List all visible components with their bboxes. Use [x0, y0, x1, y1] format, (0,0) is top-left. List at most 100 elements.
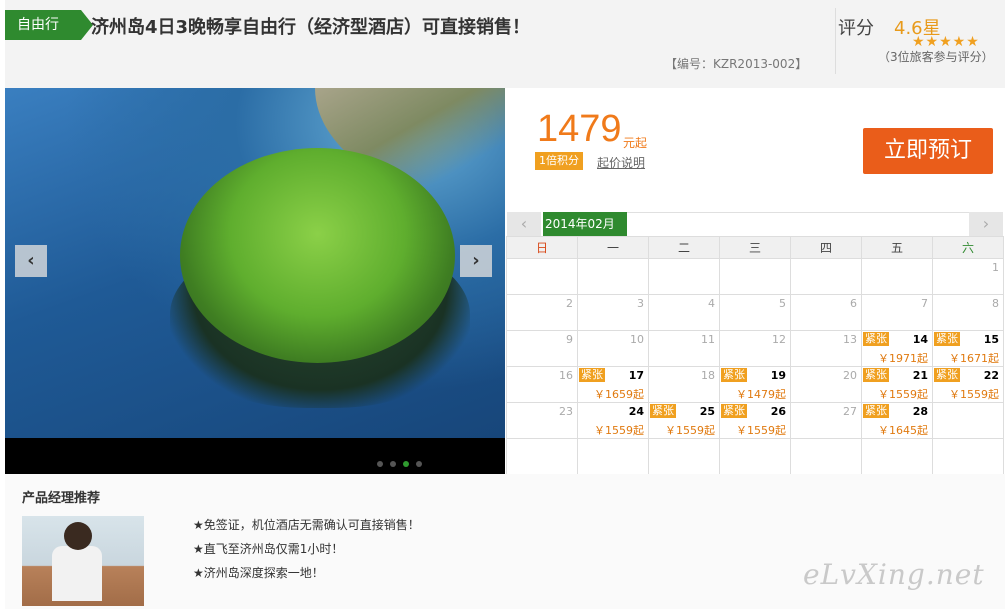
calendar-week-row: 23 24 ￥1559起 25 紧张 ￥1559起 26 紧张 ￥1559起 27 28 紧张 ￥164…	[506, 402, 1004, 439]
calendar-day-price: ￥1971起	[878, 352, 928, 365]
photo-gallery: ‹ ›	[5, 88, 505, 474]
calendar-day[interactable]: 28 紧张 ￥1645起	[861, 402, 933, 439]
calendar-weekday: 三	[719, 236, 791, 259]
calendar-day-number: 19	[770, 369, 786, 382]
calendar-month: 2014年02月	[543, 212, 627, 236]
calendar-day	[648, 438, 720, 475]
calendar-day	[648, 258, 720, 295]
product-type-tag: 自由行	[5, 10, 93, 40]
availability-tight-badge: 紧张	[579, 368, 605, 382]
calendar-weekday: 二	[648, 236, 720, 259]
price-note-link[interactable]: 起价说明	[597, 154, 645, 171]
gallery-next-button[interactable]: ›	[460, 245, 492, 277]
calendar-day-number: 17	[628, 369, 644, 382]
calendar-day-number: 4	[708, 297, 715, 310]
calendar-day-price: ￥1559起	[665, 424, 715, 437]
calendar-day-price: ￥1559起	[878, 388, 928, 401]
calendar-day-number: 22	[983, 369, 999, 382]
calendar-weekday: 日	[506, 236, 578, 259]
calendar-day[interactable]: 17 紧张 ￥1659起	[577, 366, 649, 403]
gallery-dot[interactable]	[377, 461, 383, 467]
calendar-day-price: ￥1559起	[594, 424, 644, 437]
recommendation-item: ★免签证，机位酒店无需确认可直接销售！	[193, 518, 420, 532]
chevron-left-icon: ‹	[27, 250, 35, 271]
calendar-day: 1	[932, 258, 1004, 295]
calendar-day	[932, 438, 1004, 475]
calendar-day	[790, 438, 862, 475]
calendar-week-row: 2 3 4 5 6 7 8	[506, 294, 1004, 331]
calendar-weekday-row: 日一二三四五六	[506, 236, 1004, 259]
calendar-next-button[interactable]: ›	[969, 212, 1003, 236]
calendar-day: 6	[790, 294, 862, 331]
calendar-day-number: 6	[850, 297, 857, 310]
calendar-day	[861, 258, 933, 295]
calendar-day-price: ￥1659起	[594, 388, 644, 401]
calendar-day-number: 27	[843, 405, 857, 418]
calendar-day	[861, 438, 933, 475]
calendar-day-number: 25	[699, 405, 715, 418]
chevron-right-icon: ›	[472, 250, 480, 271]
calendar-day-number: 1	[992, 261, 999, 274]
gallery-pagination	[377, 452, 429, 471]
calendar-day-number: 18	[701, 369, 715, 382]
calendar-day: 16	[506, 366, 578, 403]
availability-tight-badge: 紧张	[863, 404, 889, 418]
price-unit: 元起	[623, 136, 648, 150]
calendar-day-number: 14	[912, 333, 928, 346]
page-title: 济州岛4日3晚畅享自由行（经济型酒店）可直接销售！	[91, 17, 531, 38]
points-badge: 1倍积分	[535, 152, 583, 170]
calendar-weekday: 四	[790, 236, 862, 259]
availability-tight-badge: 紧张	[934, 368, 960, 382]
calendar-nav-divider	[627, 212, 969, 236]
calendar-day[interactable]: 21 紧张 ￥1559起	[861, 366, 933, 403]
rating-label: 评分	[838, 18, 874, 39]
calendar-day	[506, 258, 578, 295]
avatar-figure-head	[64, 522, 92, 550]
calendar-day: 12	[719, 330, 791, 367]
review-count: （3位旅客参与评分）	[878, 50, 994, 64]
calendar-day	[577, 438, 649, 475]
availability-tight-badge: 紧张	[721, 404, 747, 418]
gallery-dot[interactable]	[403, 461, 409, 467]
calendar-day-number: 26	[770, 405, 786, 418]
calendar-day: 23	[506, 402, 578, 439]
calendar-day	[506, 438, 578, 475]
product-code: 【编号：KZR2013-002】	[665, 57, 808, 71]
calendar-week-row: 16 17 紧张 ￥1659起 18 19 紧张 ￥1479起 20 21 紧张 ￥1559起 22 紧张…	[506, 366, 1004, 403]
gallery-prev-button[interactable]: ‹	[15, 245, 47, 277]
calendar-day[interactable]: 22 紧张 ￥1559起	[932, 366, 1004, 403]
availability-tight-badge: 紧张	[721, 368, 747, 382]
calendar-day-price: ￥1479起	[736, 388, 786, 401]
calendar-prev-button[interactable]: ‹	[507, 212, 541, 236]
calendar-week-row: 9 10 11 12 13 14 紧张 ￥1971起 15 紧张 ￥1671起	[506, 330, 1004, 367]
calendar-day[interactable]: 14 紧张 ￥1971起	[861, 330, 933, 367]
calendar-day[interactable]: 19 紧张 ￥1479起	[719, 366, 791, 403]
calendar-day-price: ￥1559起	[949, 388, 999, 401]
gallery-dot[interactable]	[416, 461, 422, 467]
calendar-week-row: 1	[506, 258, 1004, 295]
calendar-day-number: 20	[843, 369, 857, 382]
calendar-day-number: 7	[921, 297, 928, 310]
calendar-day-number: 5	[779, 297, 786, 310]
calendar-day[interactable]: 26 紧张 ￥1559起	[719, 402, 791, 439]
site-watermark: eLvXing.net	[803, 558, 985, 591]
calendar-day: 11	[648, 330, 720, 367]
calendar-day	[932, 402, 1004, 439]
calendar-day[interactable]: 25 紧张 ￥1559起	[648, 402, 720, 439]
calendar-day[interactable]: 24 ￥1559起	[577, 402, 649, 439]
price-area: 1479 元起 1倍积分 起价说明 立即预订	[505, 88, 1005, 212]
availability-tight-badge: 紧张	[650, 404, 676, 418]
calendar-day-number: 2	[566, 297, 573, 310]
calendar-day: 3	[577, 294, 649, 331]
calendar-day	[719, 258, 791, 295]
avatar-figure-body	[52, 546, 102, 601]
gallery-dot[interactable]	[390, 461, 396, 467]
gallery-photo	[5, 88, 505, 438]
manager-avatar	[22, 516, 144, 606]
book-now-button[interactable]: 立即预订	[863, 128, 993, 174]
calendar-day[interactable]: 15 紧张 ￥1671起	[932, 330, 1004, 367]
recommendation-section: 产品经理推荐 ★免签证，机位酒店无需确认可直接销售！ ★直飞至济州岛仅需1小时！…	[5, 474, 1005, 609]
recommendation-item: ★直飞至济州岛仅需1小时！	[193, 542, 344, 556]
calendar-day-number: 28	[912, 405, 928, 418]
calendar-day: 8	[932, 294, 1004, 331]
